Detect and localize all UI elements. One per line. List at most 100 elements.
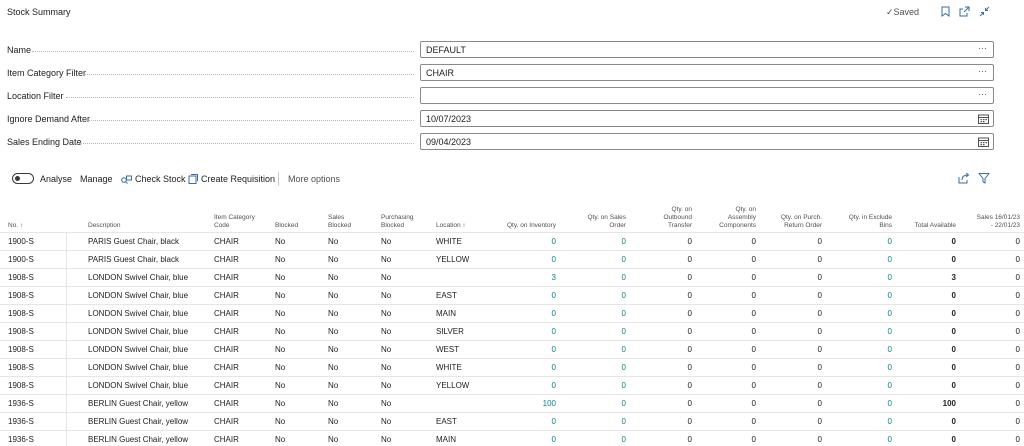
cell-qty-exclude-bins[interactable]: 0	[832, 363, 892, 372]
lookup-ellipsis-icon[interactable]: ···	[978, 89, 987, 99]
column-divider	[66, 359, 67, 377]
cell-qty-inventory[interactable]: 0	[488, 309, 556, 318]
cell-sales-period: 0	[1015, 363, 1020, 372]
table-row[interactable]: 1936-S BERLIN Guest Chair, yellow CHAIR No N…	[0, 430, 1024, 446]
name-input[interactable]: DEFAULT ···	[420, 41, 994, 58]
location-filter-input[interactable]: ···	[420, 87, 994, 104]
cell-qty-sales-order[interactable]: 0	[568, 435, 626, 444]
check-stock-button[interactable]: Check Stock	[121, 174, 186, 184]
cell-qty-sales-order[interactable]: 0	[568, 309, 626, 318]
analyse-label[interactable]: Analyse	[40, 174, 72, 184]
col-sales-blocked[interactable]: Sales Blocked	[328, 214, 351, 230]
bookmark-icon[interactable]	[938, 4, 952, 18]
cell-qty-inventory[interactable]: 3	[488, 273, 556, 282]
cell-total-available: 0	[951, 291, 956, 300]
collapse-icon[interactable]	[977, 4, 991, 18]
item-category-filter-input[interactable]: CHAIR ···	[420, 64, 994, 81]
table-row[interactable]: 1908-S LONDON Swivel Chair, blue CHAIR No No…	[0, 304, 1024, 323]
cell-sales-blocked: No	[328, 435, 339, 444]
col-qty-outbound-line3: Transfer	[668, 222, 692, 229]
cell-qty-inventory[interactable]: 0	[488, 363, 556, 372]
cell-qty-inventory[interactable]: 0	[488, 381, 556, 390]
col-item-category[interactable]: Item Category Code	[214, 214, 255, 230]
cell-qty-exclude-bins[interactable]: 0	[832, 435, 892, 444]
cell-blocked: No	[275, 363, 286, 372]
col-qty-purch-return[interactable]: Qty. on Purch. Return Order	[764, 214, 822, 230]
manage-button[interactable]: Manage	[80, 174, 113, 184]
cell-qty-outbound-transfer: 0	[687, 327, 692, 336]
cell-qty-exclude-bins[interactable]: 0	[832, 381, 892, 390]
cell-qty-inventory[interactable]: 0	[488, 417, 556, 426]
col-total-available[interactable]: Total Available	[896, 222, 956, 230]
analyse-toggle[interactable]	[12, 173, 34, 184]
create-requisition-button[interactable]: Create Requisition	[188, 174, 275, 184]
cell-qty-inventory[interactable]: 100	[488, 399, 556, 408]
cell-qty-exclude-bins[interactable]: 0	[832, 345, 892, 354]
col-blocked[interactable]: Blocked	[275, 222, 298, 230]
table-row[interactable]: 1936-S BERLIN Guest Chair, yellow CHAIR No N…	[0, 394, 1024, 413]
col-qty-sales-order[interactable]: Qty. on Sales Order	[568, 214, 626, 230]
col-purchasing-blocked[interactable]: Purchasing Blocked	[381, 214, 414, 230]
open-new-window-icon[interactable]	[957, 4, 971, 18]
cell-qty-exclude-bins[interactable]: 0	[832, 327, 892, 336]
lookup-ellipsis-icon[interactable]: ···	[978, 43, 987, 53]
table-row[interactable]: 1908-S LONDON Swivel Chair, blue CHAIR No No…	[0, 286, 1024, 305]
cell-qty-sales-order[interactable]: 0	[568, 327, 626, 336]
col-location[interactable]: Location ↑	[436, 222, 466, 230]
table-row[interactable]: 1908-S LONDON Swivel Chair, blue CHAIR No No…	[0, 340, 1024, 359]
ignore-demand-after-input[interactable]: 10/07/2023	[420, 110, 994, 127]
table-row[interactable]: 1908-S LONDON Swivel Chair, blue CHAIR No No…	[0, 358, 1024, 377]
cell-qty-sales-order[interactable]: 0	[568, 273, 626, 282]
cell-qty-exclude-bins[interactable]: 0	[832, 309, 892, 318]
cell-qty-exclude-bins[interactable]: 0	[832, 237, 892, 246]
table-row[interactable]: 1908-S LONDON Swivel Chair, blue CHAIR No No…	[0, 268, 1024, 287]
table-row[interactable]: 1908-S LONDON Swivel Chair, blue CHAIR No No…	[0, 376, 1024, 395]
cell-qty-exclude-bins[interactable]: 0	[832, 255, 892, 264]
cell-blocked: No	[275, 255, 286, 264]
cell-qty-sales-order[interactable]: 0	[568, 417, 626, 426]
cell-description: LONDON Swivel Chair, blue	[88, 309, 189, 318]
cell-qty-sales-order[interactable]: 0	[568, 363, 626, 372]
cell-sales-blocked: No	[328, 327, 339, 336]
col-sales-period[interactable]: Sales 16/01/23 - 22/01/23	[962, 214, 1020, 230]
cell-category: CHAIR	[214, 327, 239, 336]
sales-ending-date-input[interactable]: 09/04/2023	[420, 133, 994, 150]
cell-qty-exclude-bins[interactable]: 0	[832, 291, 892, 300]
cell-qty-sales-order[interactable]: 0	[568, 381, 626, 390]
cell-qty-inventory[interactable]: 0	[488, 327, 556, 336]
cell-qty-sales-order[interactable]: 0	[568, 291, 626, 300]
cell-qty-inventory[interactable]: 0	[488, 255, 556, 264]
cell-qty-inventory[interactable]: 0	[488, 291, 556, 300]
cell-qty-sales-order[interactable]: 0	[568, 255, 626, 264]
more-options-button[interactable]: More options	[288, 174, 340, 184]
cell-qty-sales-order[interactable]: 0	[568, 237, 626, 246]
cell-qty-exclude-bins[interactable]: 0	[832, 273, 892, 282]
cell-qty-sales-order[interactable]: 0	[568, 345, 626, 354]
cell-total-available: 0	[951, 345, 956, 354]
cell-qty-exclude-bins[interactable]: 0	[832, 399, 892, 408]
cell-purchasing-blocked: No	[381, 255, 392, 264]
cell-sales-blocked: No	[328, 291, 339, 300]
col-qty-assembly-components[interactable]: Qty. on Assembly Components	[704, 206, 756, 230]
table-row[interactable]: 1900-S PARIS Guest Chair, black CHAIR No No N…	[0, 232, 1024, 251]
table-row[interactable]: 1936-S BERLIN Guest Chair, yellow CHAIR No N…	[0, 412, 1024, 431]
lookup-ellipsis-icon[interactable]: ···	[978, 66, 987, 76]
table-row[interactable]: 1908-S LONDON Swivel Chair, blue CHAIR No No…	[0, 322, 1024, 341]
cell-qty-inventory[interactable]: 0	[488, 345, 556, 354]
col-qty-exclude-bins[interactable]: Qty. in Exclude Bins	[832, 214, 892, 230]
cell-qty-inventory[interactable]: 0	[488, 237, 556, 246]
col-qty-outbound-transfer[interactable]: Qty. on Outbound Transfer	[640, 206, 692, 230]
share-icon[interactable]	[958, 172, 970, 184]
table-row[interactable]: 1900-S PARIS Guest Chair, black CHAIR No No N…	[0, 250, 1024, 269]
col-qty-inventory[interactable]: Qty. on Inventory	[488, 222, 556, 230]
cell-qty-inventory[interactable]: 0	[488, 435, 556, 444]
calendar-icon[interactable]	[978, 137, 989, 147]
cell-qty-sales-order[interactable]: 0	[568, 399, 626, 408]
col-no[interactable]: No. ↑	[8, 222, 23, 230]
cell-qty-exclude-bins[interactable]: 0	[832, 417, 892, 426]
cell-location: EAST	[436, 291, 457, 300]
cell-qty-purch-return: 0	[817, 309, 822, 318]
col-description[interactable]: Description	[88, 222, 121, 230]
calendar-icon[interactable]	[978, 114, 989, 124]
filter-icon[interactable]	[978, 172, 990, 184]
